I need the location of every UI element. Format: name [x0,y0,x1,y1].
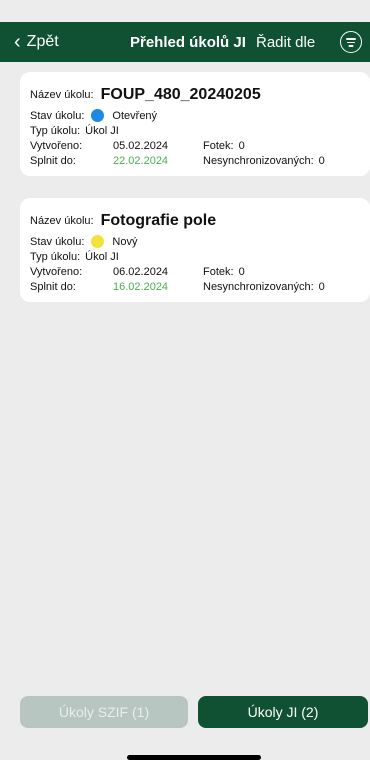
created-date: 05.02.2024 [113,139,169,152]
task-state-label: Stav úkolu: [30,109,85,122]
task-state: Otevřený [112,109,158,122]
created-label: Vytvořeno: [30,265,83,278]
status-bar [0,0,370,22]
task-name: FOUP_480_20240205 [100,86,261,103]
home-indicator [127,755,261,760]
due-date: 16.02.2024 [113,280,169,293]
page-title: Přehled úkolů JI [130,33,246,51]
task-state: Nový [112,235,138,248]
back-label: Zpět [26,33,59,50]
tab-ukoly-szif-button[interactable]: Úkoly SZIF (1) [20,696,188,728]
unsynced-label: Nesynchronizovaných: [203,154,314,167]
unsynced-count: 0 [318,280,325,293]
task-name: Fotografie pole [100,212,217,229]
task-name-label: Název úkolu: [30,215,94,227]
task-type-label: Typ úkolu: [30,250,81,263]
created-date: 06.02.2024 [113,265,169,278]
task-type-label: Typ úkolu: [30,124,81,137]
due-label: Splnit do: [30,154,76,167]
photos-label: Fotek: [203,265,234,278]
sort-button[interactable]: Řadit dle [256,22,315,62]
photos-count: 0 [238,265,245,278]
photos-count: 0 [238,139,245,152]
task-state-label: Stav úkolu: [30,235,85,248]
chevron-left-icon: ‹ [14,31,21,53]
photos-label: Fotek: [203,139,234,152]
due-label: Splnit do: [30,280,76,293]
task-card[interactable]: Název úkolu: FOUP_480_20240205 Stav úkol… [20,72,370,176]
task-type: Úkol JI [85,250,119,263]
state-indicator-dot [91,235,105,248]
tab-ukoly-ji-button[interactable]: Úkoly JI (2) [198,696,368,728]
created-label: Vytvořeno: [30,139,83,152]
task-card[interactable]: Název úkolu: Fotografie pole Stav úkolu:… [20,198,370,302]
filter-icon[interactable] [340,31,362,53]
unsynced-count: 0 [318,154,325,167]
task-name-label: Název úkolu: [30,89,94,101]
task-type: Úkol JI [85,124,119,137]
state-indicator-dot [91,109,105,122]
unsynced-label: Nesynchronizovaných: [203,280,314,293]
back-button[interactable]: ‹ Zpět [14,22,59,62]
nav-bar: ‹ Zpět Přehled úkolů JI Řadit dle [0,22,370,62]
due-date: 22.02.2024 [113,154,169,167]
